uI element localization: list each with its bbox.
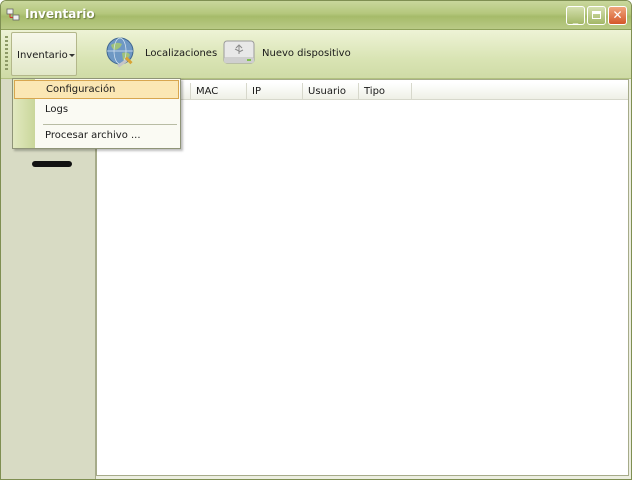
close-icon: ✕	[612, 8, 623, 22]
localizaciones-label: Localizaciones	[145, 48, 218, 59]
maximize-icon	[592, 11, 601, 19]
globe-icon	[106, 37, 134, 68]
column-header-tipo[interactable]: Tipo	[359, 83, 412, 99]
menu-item-procesar-archivo[interactable]: Procesar archivo ...	[14, 127, 179, 146]
chevron-down-icon	[69, 54, 75, 57]
menu-separator	[43, 124, 177, 125]
usb-drive-icon	[223, 40, 255, 64]
dropdown-label: Inventario	[17, 50, 68, 61]
menu-item-logs[interactable]: Logs	[14, 101, 179, 120]
inventario-dropdown-button[interactable]: Inventario	[11, 32, 77, 76]
maximize-button[interactable]	[587, 6, 606, 25]
minimize-button[interactable]: _	[566, 6, 585, 25]
close-button[interactable]: ✕	[608, 6, 627, 25]
toolbar: Inventario Localizaciones Nuevo disposit…	[1, 30, 631, 79]
menu-item-label: Procesar archivo ...	[45, 130, 141, 141]
main-window: Inventario _ ✕ Inventario Localizaciones…	[0, 0, 632, 480]
menu-item-label: Configuración	[46, 84, 116, 95]
column-header-usuario[interactable]: Usuario	[303, 83, 359, 99]
app-icon	[6, 8, 20, 21]
column-header-mac[interactable]: MAC	[191, 83, 247, 99]
window-title: Inventario	[25, 7, 95, 21]
nuevo-dispositivo-label: Nuevo dispositivo	[262, 48, 351, 59]
column-header-ip[interactable]: IP	[247, 83, 303, 99]
inventario-dropdown-menu: Configuración Logs Procesar archivo ...	[12, 78, 181, 149]
minimize-icon: _	[572, 12, 579, 25]
redacted-text	[32, 161, 72, 167]
toolbar-grip-handle[interactable]	[5, 36, 8, 72]
menu-item-configuracion[interactable]: Configuración	[14, 80, 179, 99]
menu-item-label: Logs	[45, 104, 69, 115]
title-bar[interactable]: Inventario _ ✕	[1, 1, 631, 30]
